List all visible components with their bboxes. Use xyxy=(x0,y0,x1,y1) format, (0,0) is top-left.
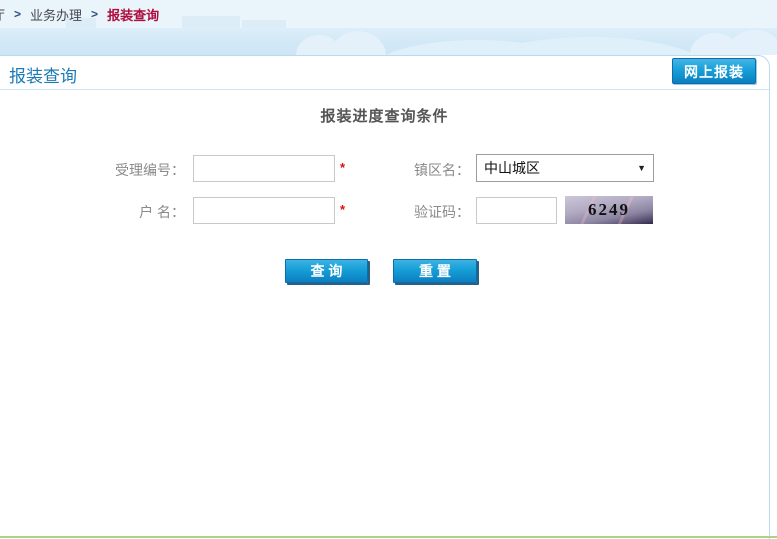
captcha-input[interactable] xyxy=(476,197,557,224)
reset-button[interactable]: 重 置 xyxy=(393,259,477,283)
captcha-image[interactable]: 6249 xyxy=(565,196,653,224)
hill-shape xyxy=(470,37,710,55)
town-label: 镇区名： xyxy=(330,160,470,180)
chevron-right-icon: > xyxy=(14,7,21,21)
account-name-input[interactable] xyxy=(193,197,335,224)
cloud-band xyxy=(0,28,777,55)
breadcrumb: 厅 > 业务办理 > 报装查询 xyxy=(0,0,159,28)
skyline-decor xyxy=(182,16,240,28)
accept-no-input[interactable] xyxy=(193,155,335,182)
accept-no-label: 受理编号： xyxy=(40,160,185,180)
chevron-down-icon: ▼ xyxy=(637,163,653,173)
content-panel: 报装查询 网上报装 报装进度查询条件 受理编号： * 镇区名： 中山城区 ▼ 户… xyxy=(0,55,770,539)
captcha-code: 6249 xyxy=(588,200,630,220)
online-apply-button[interactable]: 网上报装 xyxy=(672,58,756,84)
header-divider xyxy=(0,89,769,90)
breadcrumb-item-home[interactable]: 厅 xyxy=(0,5,5,24)
town-select-value: 中山城区 xyxy=(477,158,637,178)
captcha-label: 验证码： xyxy=(330,202,470,222)
page-title: 报装查询 xyxy=(9,62,77,87)
chevron-right-icon: > xyxy=(91,7,98,21)
query-button[interactable]: 查 询 xyxy=(285,259,368,283)
page: 厅 > 业务办理 > 报装查询 报装查询 网上报装 报装进度查询条件 受理编号：… xyxy=(0,0,777,539)
town-select[interactable]: 中山城区 ▼ xyxy=(476,154,654,182)
breadcrumb-item-business[interactable]: 业务办理 xyxy=(30,5,82,24)
breadcrumb-item-current: 报装查询 xyxy=(107,5,159,24)
form-title: 报装进度查询条件 xyxy=(0,105,769,126)
bottom-green-line xyxy=(0,536,777,538)
cloud-shape xyxy=(330,31,386,55)
skyline-decor xyxy=(242,20,286,28)
account-name-label: 户 名： xyxy=(40,202,185,222)
cloud-shape xyxy=(726,30,777,55)
breadcrumb-bar: 厅 > 业务办理 > 报装查询 xyxy=(0,0,777,28)
